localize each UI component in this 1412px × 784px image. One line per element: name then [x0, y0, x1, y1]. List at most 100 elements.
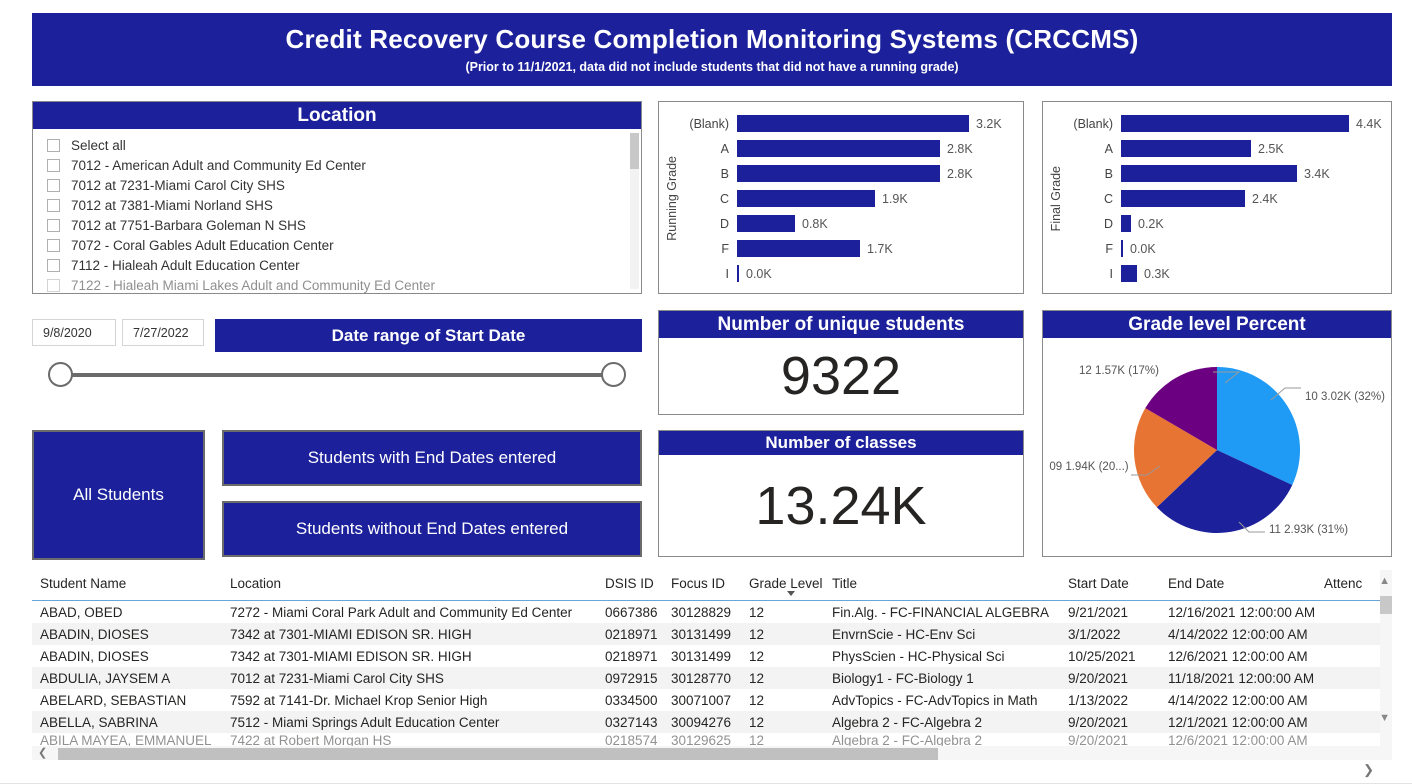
column-header-title[interactable]: Title	[832, 570, 1068, 591]
grade-level-percent-pie-chart[interactable]: Grade level Percent 10 3.02K (32%) 12 1.…	[1042, 310, 1392, 557]
column-header-location[interactable]: Location	[230, 570, 605, 591]
location-slicer-item-select-all[interactable]: Select all	[33, 135, 641, 155]
bar-chart-row[interactable]: I 0.0K	[683, 264, 1015, 283]
date-range-slicer-title: Date range of Start Date	[215, 319, 642, 352]
table-cell-focus-id: 30094276	[671, 714, 732, 730]
students-with-end-dates-button[interactable]: Students with End Dates entered	[222, 430, 642, 486]
bar[interactable]	[1121, 190, 1245, 207]
column-header-dsis-id[interactable]: DSIS ID	[605, 570, 671, 591]
table-row[interactable]: ABADIN, DIOSES 7342 at 7301-MIAMI EDISON …	[32, 645, 1392, 667]
checkbox-icon[interactable]	[47, 178, 60, 192]
scroll-down-icon[interactable]: ▼	[1379, 713, 1390, 724]
number-of-classes-card-title: Number of classes	[659, 431, 1023, 455]
end-date-input[interactable]: 7/27/2022	[122, 319, 204, 346]
date-range-track[interactable]	[60, 373, 614, 377]
column-header-focus-id[interactable]: Focus ID	[671, 570, 749, 591]
table-horizontal-scrollbar-thumb[interactable]	[58, 748, 938, 760]
table-row[interactable]: ABDULIA, JAYSEM A 7012 at 7231-Miami Caro…	[32, 667, 1392, 689]
bar[interactable]	[737, 265, 739, 282]
bar[interactable]	[1121, 165, 1297, 182]
table-cell-location: 7012 at 7231-Miami Carol City SHS	[230, 670, 444, 686]
location-slicer-item-label: 7112 - Hialeah Adult Education Center	[71, 257, 300, 273]
bar-chart-row[interactable]: (Blank) 3.2K	[683, 114, 1015, 133]
bar-chart-row[interactable]: B 2.8K	[683, 164, 1015, 183]
final-grade-bar-chart[interactable]: Final Grade (Blank) 4.4K A 2.5K B 3.4K C 2.4K D 0…	[1042, 101, 1392, 294]
table-cell-focus-id: 30128829	[671, 604, 732, 620]
table-row[interactable]: ABELLA, SABRINA 7512 - Miami Springs Adul…	[32, 711, 1392, 733]
table-cell-focus-id: 30129625	[671, 733, 732, 747]
date-range-track-area[interactable]	[32, 362, 642, 388]
location-slicer-item[interactable]: 7072 - Coral Gables Adult Education Cent…	[33, 235, 641, 255]
start-date-input[interactable]: 9/8/2020	[32, 319, 116, 346]
column-header-start-date[interactable]: Start Date	[1068, 570, 1168, 591]
checkbox-icon[interactable]	[47, 158, 60, 172]
table-cell-start-date: 9/21/2021	[1068, 604, 1129, 620]
students-without-end-dates-button[interactable]: Students without End Dates entered	[222, 501, 642, 557]
bar[interactable]	[737, 165, 940, 182]
table-cell-grade-level: 12	[749, 670, 765, 686]
bar-chart-row[interactable]: A 2.8K	[683, 139, 1015, 158]
column-header-end-date[interactable]: End Date	[1168, 570, 1324, 591]
checkbox-icon[interactable]	[47, 198, 60, 212]
table-cell-location: 7342 at 7301-MIAMI EDISON SR. HIGH	[230, 648, 472, 664]
scroll-right-icon[interactable]: ❯	[1363, 762, 1374, 778]
bar[interactable]	[737, 115, 969, 132]
bar-category-label: F	[1105, 241, 1113, 256]
bar-chart-row[interactable]: D 0.8K	[683, 214, 1015, 233]
bar-chart-row[interactable]: I 0.3K	[1067, 264, 1383, 283]
bar-chart-row[interactable]: F 1.7K	[683, 239, 1015, 258]
location-slicer-item[interactable]: 7112 - Hialeah Adult Education Center	[33, 255, 641, 275]
scroll-up-icon[interactable]: ▲	[1379, 576, 1390, 587]
table-row[interactable]: ABILA MAYEA, EMMANUEL 7422 at Robert Morg…	[32, 733, 1392, 747]
bar[interactable]	[737, 190, 875, 207]
all-students-button[interactable]: All Students	[32, 430, 205, 560]
checkbox-icon[interactable]	[47, 218, 60, 232]
date-range-handle-start[interactable]	[48, 362, 73, 387]
date-range-handle-end[interactable]	[601, 362, 626, 387]
running-grade-bar-chart[interactable]: Running Grade (Blank) 3.2K A 2.8K B 2.8K C 1.9K…	[658, 101, 1024, 294]
location-slicer-item[interactable]: 7122 - Hialeah Miami Lakes Adult and Com…	[33, 275, 641, 293]
bar-chart-row[interactable]: B 3.4K	[1067, 164, 1383, 183]
column-header-student-name[interactable]: Student Name	[32, 570, 230, 591]
location-slicer-item[interactable]: 7012 at 7381-Miami Norland SHS	[33, 195, 641, 215]
unique-students-card-value: 9322	[780, 346, 902, 406]
bar[interactable]	[1121, 115, 1349, 132]
bar[interactable]	[737, 140, 940, 157]
table-cell-end-date: 12/6/2021 12:00:00 AM	[1168, 733, 1308, 747]
location-slicer-list[interactable]: Select all 7012 - American Adult and Com…	[33, 129, 641, 293]
column-header-grade-level[interactable]: Grade Level	[749, 570, 832, 596]
column-header-attendance[interactable]: Attenc	[1324, 570, 1384, 591]
bar[interactable]	[1121, 140, 1251, 157]
student-details-table[interactable]: Student Name Location DSIS ID Focus ID G…	[32, 570, 1392, 777]
bar-value-label: 3.2K	[976, 116, 1002, 131]
table-cell-student-name: ABADIN, DIOSES	[40, 626, 149, 642]
location-slicer-item[interactable]: 7012 - American Adult and Community Ed C…	[33, 155, 641, 175]
table-row[interactable]: ABAD, OBED 7272 - Miami Coral Park Adult …	[32, 601, 1392, 623]
bar-chart-row[interactable]: C 2.4K	[1067, 189, 1383, 208]
bar-chart-row[interactable]: (Blank) 4.4K	[1067, 114, 1383, 133]
scroll-left-icon[interactable]: ❮	[38, 746, 47, 759]
table-row[interactable]: ABADIN, DIOSES 7342 at 7301-MIAMI EDISON …	[32, 623, 1392, 645]
table-cell-start-date: 9/20/2021	[1068, 714, 1129, 730]
location-slicer-scrollbar-thumb[interactable]	[630, 133, 639, 169]
column-header-grade-level-label: Grade Level	[749, 576, 823, 591]
bar-chart-row[interactable]: D 0.2K	[1067, 214, 1383, 233]
checkbox-icon[interactable]	[47, 258, 60, 272]
bar[interactable]	[737, 240, 860, 257]
location-slicer-item[interactable]: 7012 at 7751-Barbara Goleman N SHS	[33, 215, 641, 235]
table-vertical-scrollbar-thumb[interactable]	[1380, 596, 1392, 614]
bar-chart-row[interactable]: A 2.5K	[1067, 139, 1383, 158]
report-title-banner: Credit Recovery Course Completion Monito…	[32, 13, 1392, 86]
bar[interactable]	[1121, 265, 1137, 282]
checkbox-icon[interactable]	[47, 278, 60, 292]
unique-students-card: Number of unique students 9322	[658, 310, 1024, 415]
checkbox-icon[interactable]	[47, 138, 60, 152]
table-row[interactable]: ABELARD, SEBASTIAN 7592 at 7141-Dr. Micha…	[32, 689, 1392, 711]
bar[interactable]	[1121, 240, 1123, 257]
bar[interactable]	[1121, 215, 1131, 232]
location-slicer-item[interactable]: 7012 at 7231-Miami Carol City SHS	[33, 175, 641, 195]
bar-chart-row[interactable]: C 1.9K	[683, 189, 1015, 208]
checkbox-icon[interactable]	[47, 238, 60, 252]
bar-chart-row[interactable]: F 0.0K	[1067, 239, 1383, 258]
bar[interactable]	[737, 215, 795, 232]
